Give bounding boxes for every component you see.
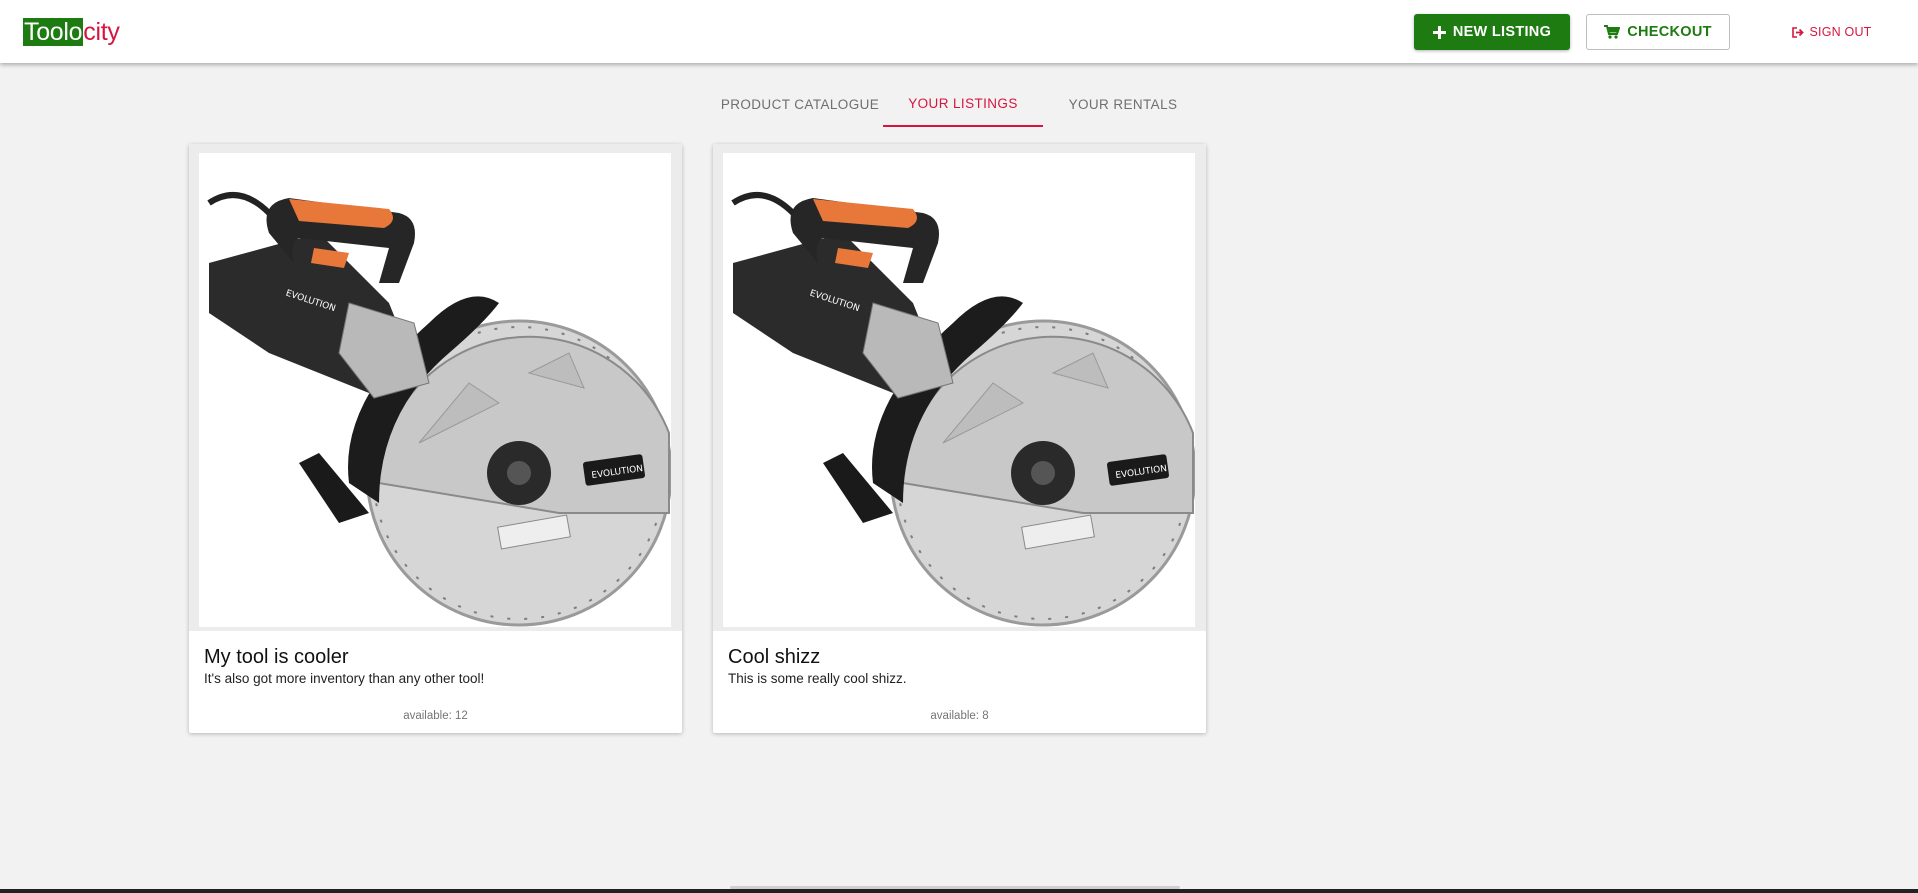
- listing-card[interactable]: Cool shizz This is some really cool shiz…: [713, 144, 1206, 733]
- checkout-button[interactable]: CHECKOUT: [1586, 14, 1730, 50]
- sign-out-button[interactable]: SIGN OUT: [1790, 14, 1874, 50]
- listing-description: This is some really cool shizz.: [728, 671, 907, 686]
- listing-availability: available: 12: [403, 710, 468, 722]
- new-listing-button[interactable]: NEW LISTING: [1414, 14, 1570, 50]
- tab-your-listings[interactable]: YOUR LISTINGS: [883, 82, 1043, 127]
- concrete-saw-image: [199, 153, 671, 627]
- listing-description: It's also got more inventory than any ot…: [204, 671, 485, 686]
- new-listing-label: NEW LISTING: [1452, 24, 1552, 40]
- listing-card[interactable]: My tool is cooler It's also got more inv…: [189, 144, 682, 733]
- app-bar: Toolocity NEW LISTING CHECKOUT SIGN OUT: [0, 0, 1918, 63]
- tab-your-rentals[interactable]: YOUR RENTALS: [1043, 82, 1203, 127]
- tab-product-catalogue[interactable]: PRODUCT CATALOGUE: [720, 82, 880, 127]
- cart-icon: [1604, 25, 1621, 39]
- logo[interactable]: Toolocity: [23, 17, 120, 47]
- listing-title: Cool shizz: [728, 646, 821, 668]
- listing-image: [189, 144, 682, 631]
- plus-icon: [1432, 25, 1446, 39]
- bottom-edge: [0, 889, 1918, 893]
- sign-out-label: SIGN OUT: [1809, 25, 1872, 39]
- listing-image: [713, 144, 1206, 631]
- sign-out-icon: [1792, 26, 1805, 38]
- logo-accent: city: [83, 18, 120, 46]
- concrete-saw-image: [723, 153, 1195, 627]
- logo-highlight: Toolo: [23, 18, 84, 46]
- checkout-label: CHECKOUT: [1627, 24, 1712, 40]
- listing-title: My tool is cooler: [204, 646, 349, 668]
- listing-availability: available: 8: [930, 710, 989, 722]
